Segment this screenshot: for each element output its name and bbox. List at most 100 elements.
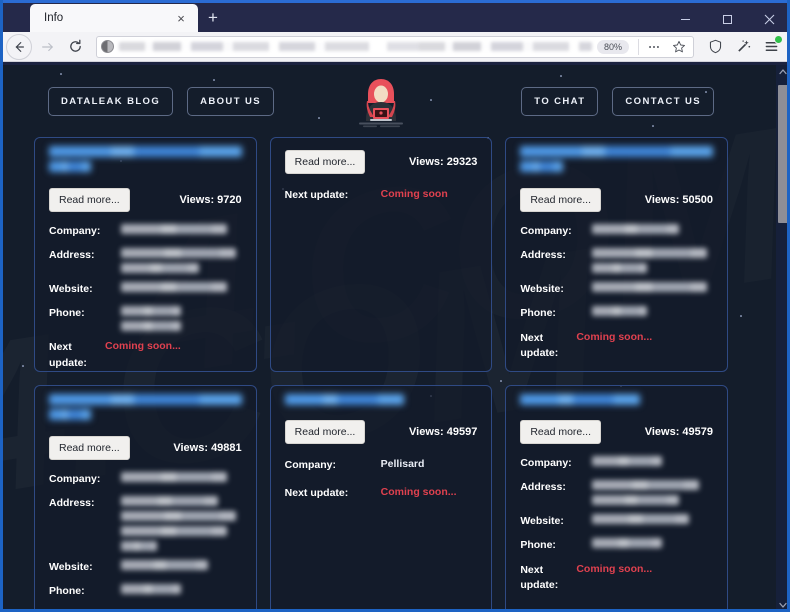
views-count: Views: 49881 [173, 442, 242, 454]
leak-card[interactable]: Read more... Views: 49597 Company: Pelli… [269, 385, 493, 612]
site-header: DATALEAK BLOG ABOUT US TO CHAT CONTACT U… [0, 65, 762, 137]
card-header-row: Read more... Views: 29323 [284, 150, 477, 174]
read-more-button[interactable]: Read more... [520, 188, 602, 212]
title-bar: Info × + [0, 0, 790, 32]
read-more-button[interactable]: Read more... [284, 420, 366, 444]
field-value-redacted [121, 248, 242, 274]
field-label: Company: [520, 457, 572, 469]
page-actions-icon[interactable] [644, 37, 664, 57]
scrollbar-thumb[interactable] [778, 85, 788, 223]
card-fields: Next update: Coming soon [285, 188, 478, 203]
close-window-icon[interactable] [748, 3, 790, 35]
read-more-button[interactable]: Read more... [49, 188, 130, 212]
nav-to-chat[interactable]: TO CHAT [521, 86, 599, 116]
field-value-redacted [592, 480, 713, 506]
leak-card[interactable]: Read more... Views: 49579 Company: Addre… [505, 385, 728, 612]
field-value-redacted [121, 472, 242, 482]
field-label: Phone: [49, 585, 85, 598]
next-update-value: Coming soon... [576, 330, 653, 343]
app-menu-button[interactable] [758, 34, 784, 60]
field-label-line2: update: [49, 356, 87, 369]
browser-tab-info[interactable]: Info × [30, 4, 198, 32]
field-label: Next [49, 609, 105, 612]
field-value-redacted [121, 560, 242, 571]
navigation-toolbar: 80% [0, 32, 790, 62]
field-label: Phone: [49, 307, 85, 320]
close-icon[interactable]: × [172, 9, 190, 27]
views-count: Views: 50500 [644, 194, 713, 206]
leak-card[interactable]: Read more... Views: 9720 Company: Addres… [34, 137, 257, 372]
scrollbar-track[interactable] [776, 79, 790, 598]
card-header-row: Read more... Views: 50500 [520, 188, 713, 212]
field-label: Address: [49, 497, 95, 510]
field-company: Company: [49, 224, 242, 239]
field-value-redacted [592, 514, 713, 525]
read-more-button[interactable]: Read more... [49, 436, 130, 460]
onion-site-icon[interactable] [101, 40, 114, 53]
scroll-down-icon[interactable] [776, 598, 790, 612]
field-next-update: Next update: Coming soon... [285, 486, 478, 501]
field-address: Address: [49, 496, 242, 552]
field-value-redacted [592, 224, 713, 234]
field-label: Next update: [520, 563, 576, 593]
field-website: Website: [49, 560, 242, 575]
field-label: Next update: [520, 331, 576, 361]
views-count: Views: 49597 [409, 426, 478, 438]
scroll-up-icon[interactable] [776, 65, 790, 79]
maximize-icon[interactable] [706, 3, 748, 35]
field-label: Address: [520, 249, 566, 262]
card-header-row: Read more... Views: 9720 [49, 188, 242, 212]
field-label-line2: update: [520, 346, 559, 359]
card-fields: Company: Address: Website: Phone: Next u… [49, 224, 242, 371]
card-title-redacted [520, 146, 713, 180]
field-website: Website: [49, 282, 242, 297]
address-bar[interactable]: 80% [96, 35, 694, 58]
page-scrollbar[interactable] [776, 65, 790, 612]
back-icon[interactable] [6, 33, 32, 60]
reload-icon[interactable] [62, 34, 88, 60]
leak-card[interactable]: Read more... Views: 50500 Company: Addre… [505, 137, 728, 372]
window-controls [664, 3, 790, 35]
field-company: Company: [49, 472, 242, 487]
page-viewport: 4.COM 4.COM DATALEAK BLOG ABOUT [0, 65, 790, 612]
divider [638, 38, 639, 55]
field-label: Phone: [520, 539, 556, 552]
clear-history-icon[interactable] [730, 34, 756, 60]
field-label: Next update: [49, 340, 105, 370]
field-phone: Phone: [49, 306, 242, 332]
nav-dataleak-blog[interactable]: DATALEAK BLOG [48, 86, 174, 116]
read-more-button[interactable]: Read more... [520, 420, 602, 444]
field-next-update: Next update: Coming soon... [49, 340, 242, 370]
field-label-line2: update: [520, 578, 559, 591]
tab-strip: Info × + [0, 0, 228, 32]
new-tab-button[interactable]: + [198, 4, 228, 32]
leak-card[interactable]: Read more... Views: 49881 Company: Addre… [34, 385, 257, 612]
bookmark-star-icon[interactable] [669, 37, 689, 57]
field-next-update: Next update: Coming soon... [520, 331, 713, 361]
shield-icon[interactable] [702, 34, 728, 60]
url-text-redacted[interactable] [119, 42, 592, 51]
nav-contact-us[interactable]: CONTACT US [612, 86, 714, 116]
field-label: Website: [520, 283, 564, 296]
card-fields: Company: Address: Website: Phone: [49, 472, 242, 612]
field-website: Website: [520, 282, 713, 297]
field-label: Company: [520, 225, 572, 237]
nav-about-us[interactable]: ABOUT US [187, 86, 274, 116]
field-value-redacted [592, 282, 713, 293]
hooded-hacker-logo-icon [346, 73, 416, 129]
field-value-redacted [121, 496, 242, 552]
field-address: Address: [49, 248, 242, 274]
field-label: Address: [49, 249, 95, 262]
zoom-level-indicator[interactable]: 80% [596, 39, 629, 54]
card-header-row: Read more... Views: 49881 [49, 436, 242, 460]
card-title-redacted [49, 394, 242, 428]
leak-card[interactable]: Read more... Views: 29323 Next update: C… [269, 137, 493, 372]
read-more-button[interactable]: Read more... [284, 150, 366, 174]
field-label: Next update: [284, 487, 349, 500]
field-address: Address: [520, 248, 713, 274]
field-next-update: Next Coming soon [49, 609, 242, 612]
field-next-update: Next update: Coming soon... [520, 563, 713, 593]
minimize-icon[interactable] [664, 3, 706, 35]
card-title-redacted [49, 146, 242, 180]
field-label-line1: Next [520, 563, 544, 576]
